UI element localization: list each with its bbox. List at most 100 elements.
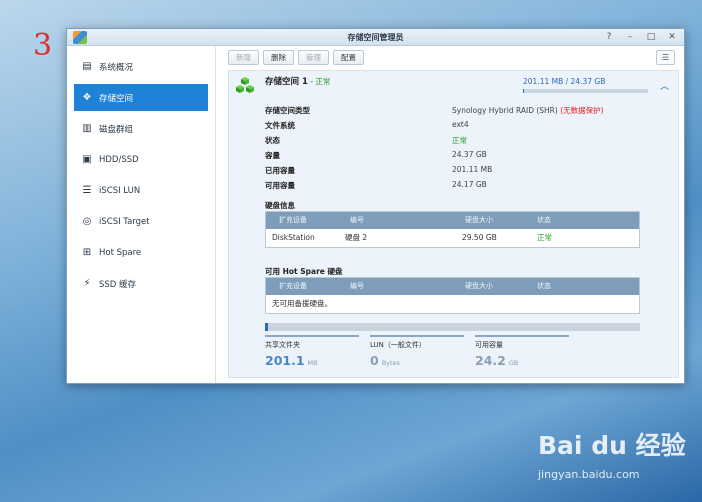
volume-cubes-icon [236,77,254,93]
watermark-url: jingyan.baidu.com [538,468,640,481]
manage-button[interactable]: 管理 [298,50,329,65]
sidebar-item-label: SSD 缓存 [99,279,137,290]
disk-info-title: 硬盘信息 [265,201,295,210]
column-header[interactable]: 状态 [537,212,551,229]
sidebar-item-iscsi-lun[interactable]: ☰ iSCSI LUN [74,177,208,204]
minimize-icon[interactable]: – [624,31,636,43]
volume-panel: 存储空间 1 - 正常 201.11 MB / 24.37 GB ︿ 存储空间类… [228,70,679,378]
step-number: 3 [33,28,53,63]
help-icon[interactable]: ? [603,31,615,43]
sidebar: ▤ 系统概况 ❖ 存储空间 ▥ 磁盘群组 ▣ HDD/SSD ☰ iSCSI L… [67,47,216,383]
prop-label: 可用容量 [265,181,295,190]
collapse-icon[interactable]: ︿ [660,79,669,92]
stat-value: 24.2 GB [475,353,569,368]
prop-label: 已用容量 [265,166,295,175]
stat-label: 可用容量 [475,341,503,349]
hdd-icon: ▣ [82,153,92,165]
prop-label: 存储空间类型 [265,106,310,115]
column-header[interactable]: 硬盘大小 [465,212,493,229]
table-row[interactable]: DiskStation 硬盘 2 29.50 GB 正常 [266,229,639,247]
volume-status: - 正常 [307,77,331,86]
empty-message: 无可用备援硬盘。 [272,299,332,308]
prop-value: 24.37 GB [452,150,487,159]
sidebar-item-label: iSCSI Target [99,216,150,227]
stat-shared-folder: 共享文件夹 201.1 MB [265,335,359,368]
prop-label: 容量 [265,151,280,160]
capacity-text: 201.11 MB / 24.37 GB [523,77,606,86]
stat-unit: MB [307,359,318,367]
table-header: 扩充设备 编号 硬盘大小 状态 [266,278,639,295]
disk-info-table: 扩充设备 编号 硬盘大小 状态 DiskStation 硬盘 2 29.50 G… [265,211,640,248]
sort-menu-icon[interactable]: ☰ [656,50,675,65]
prop-value: 201.11 MB [452,165,493,174]
table-cell: 29.50 GB [462,233,497,242]
prop-label: 文件系统 [265,121,295,130]
sidebar-item-label: 磁盘群组 [99,124,134,135]
sidebar-item-label: Hot Spare [99,247,142,258]
usage-bar [265,323,640,331]
volume-icon: ❖ [82,91,92,103]
volume-name: 存储空间 1 [265,77,308,87]
volume-title: 存储空间 1 - 正常 [265,75,330,87]
create-button[interactable]: 新增 [228,50,259,65]
baidu-logo: Bai du 经验 [538,431,686,460]
prop-value: Synology Hybrid RAID (SHR) (无数据保护) [452,106,604,115]
baidu-jingyan-watermark: Bai du 经验 jingyan.baidu.com [538,426,688,492]
stat-unit: Bytes [381,359,400,367]
sidebar-item-ssd-cache[interactable]: ⚡ SSD 缓存 [74,270,208,297]
sidebar-item-iscsi-target[interactable]: ◎ iSCSI Target [74,208,208,235]
stat-label: 共享文件夹 [265,341,300,349]
stat-available: 可用容量 24.2 GB [475,335,569,368]
stat-label: LUN（一般文件） [370,341,426,349]
sidebar-item-volume[interactable]: ❖ 存储空间 [74,84,208,111]
stat-number: 0 [370,353,379,368]
stat-number: 24.2 [475,353,506,368]
column-header[interactable]: 硬盘大小 [465,278,493,295]
overview-icon: ▤ [82,60,92,72]
database-icon: ☰ [82,184,92,196]
sidebar-item-disk-group[interactable]: ▥ 磁盘群组 [74,115,208,142]
sidebar-item-overview[interactable]: ▤ 系统概况 [74,53,208,80]
config-button[interactable]: 配置 [333,50,364,65]
table-cell: DiskStation [272,233,315,242]
prop-value: ext4 [452,120,469,129]
column-header[interactable]: 扩充设备 [279,278,307,295]
table-cell: 硬盘 2 [345,233,368,242]
column-header[interactable]: 扩充设备 [279,212,307,229]
sidebar-item-label: HDD/SSD [99,154,139,165]
prop-value: 24.17 GB [452,180,487,189]
sidebar-item-hdd-ssd[interactable]: ▣ HDD/SSD [74,146,208,173]
hot-spare-table: 扩充设备 编号 硬盘大小 状态 无可用备援硬盘。 [265,277,640,314]
toolbar: 新增 删除 管理 配置 ☰ [217,47,684,68]
sidebar-item-label: iSCSI LUN [99,185,141,196]
lightning-icon: ⚡ [83,277,91,289]
stat-value: 0 Bytes [370,353,464,368]
hot-spare-title: 可用 Hot Spare 硬盘 [265,267,343,276]
title-bar[interactable]: 存储空间管理员 ? – □ ✕ [67,29,684,46]
table-row: 无可用备援硬盘。 [266,295,639,313]
stat-number: 201.1 [265,353,305,368]
no-protection-warning: (无数据保护) [560,106,604,115]
usage-bar-fill [265,323,268,331]
maximize-icon[interactable]: □ [645,31,657,43]
close-icon[interactable]: ✕ [666,31,678,43]
table-cell: 正常 [537,233,552,242]
stat-lun: LUN（一般文件） 0 Bytes [370,335,464,368]
capacity-bar-fill [523,89,524,93]
table-header: 扩充设备 编号 硬盘大小 状态 [266,212,639,229]
globe-icon: ◎ [82,215,92,227]
sidebar-item-hot-spare[interactable]: ⊞ Hot Spare [74,239,208,266]
sidebar-item-label: 存储空间 [99,93,134,104]
prop-label: 状态 [265,136,280,145]
sidebar-item-label: 系统概况 [99,62,134,73]
capacity-bar [523,89,648,93]
main-content: 新增 删除 管理 配置 ☰ 存储空间 1 - 正常 201.11 MB / 24… [217,47,684,383]
column-header[interactable]: 编号 [350,278,364,295]
column-header[interactable]: 编号 [350,212,364,229]
disk-group-icon: ▥ [82,122,92,134]
delete-button[interactable]: 删除 [263,50,294,65]
column-header[interactable]: 状态 [537,278,551,295]
plus-box-icon: ⊞ [82,246,92,258]
prop-value: 正常 [452,136,467,145]
window-title: 存储空间管理员 [347,33,404,42]
